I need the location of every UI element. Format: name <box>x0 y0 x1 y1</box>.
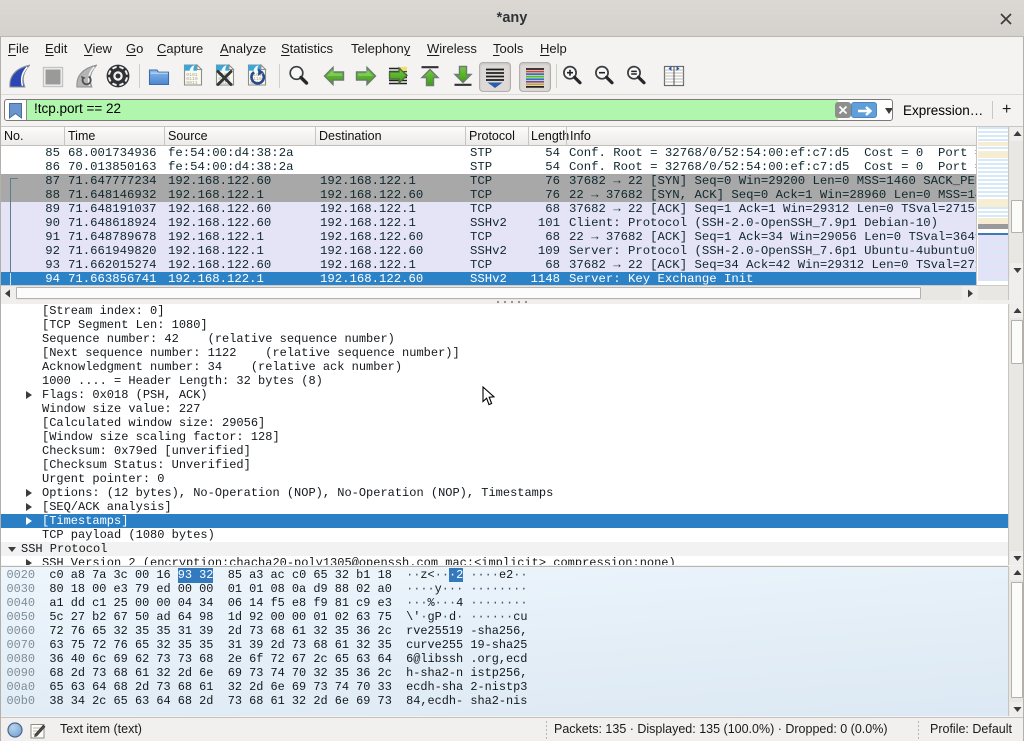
svg-text:0011: 0011 <box>186 80 198 86</box>
